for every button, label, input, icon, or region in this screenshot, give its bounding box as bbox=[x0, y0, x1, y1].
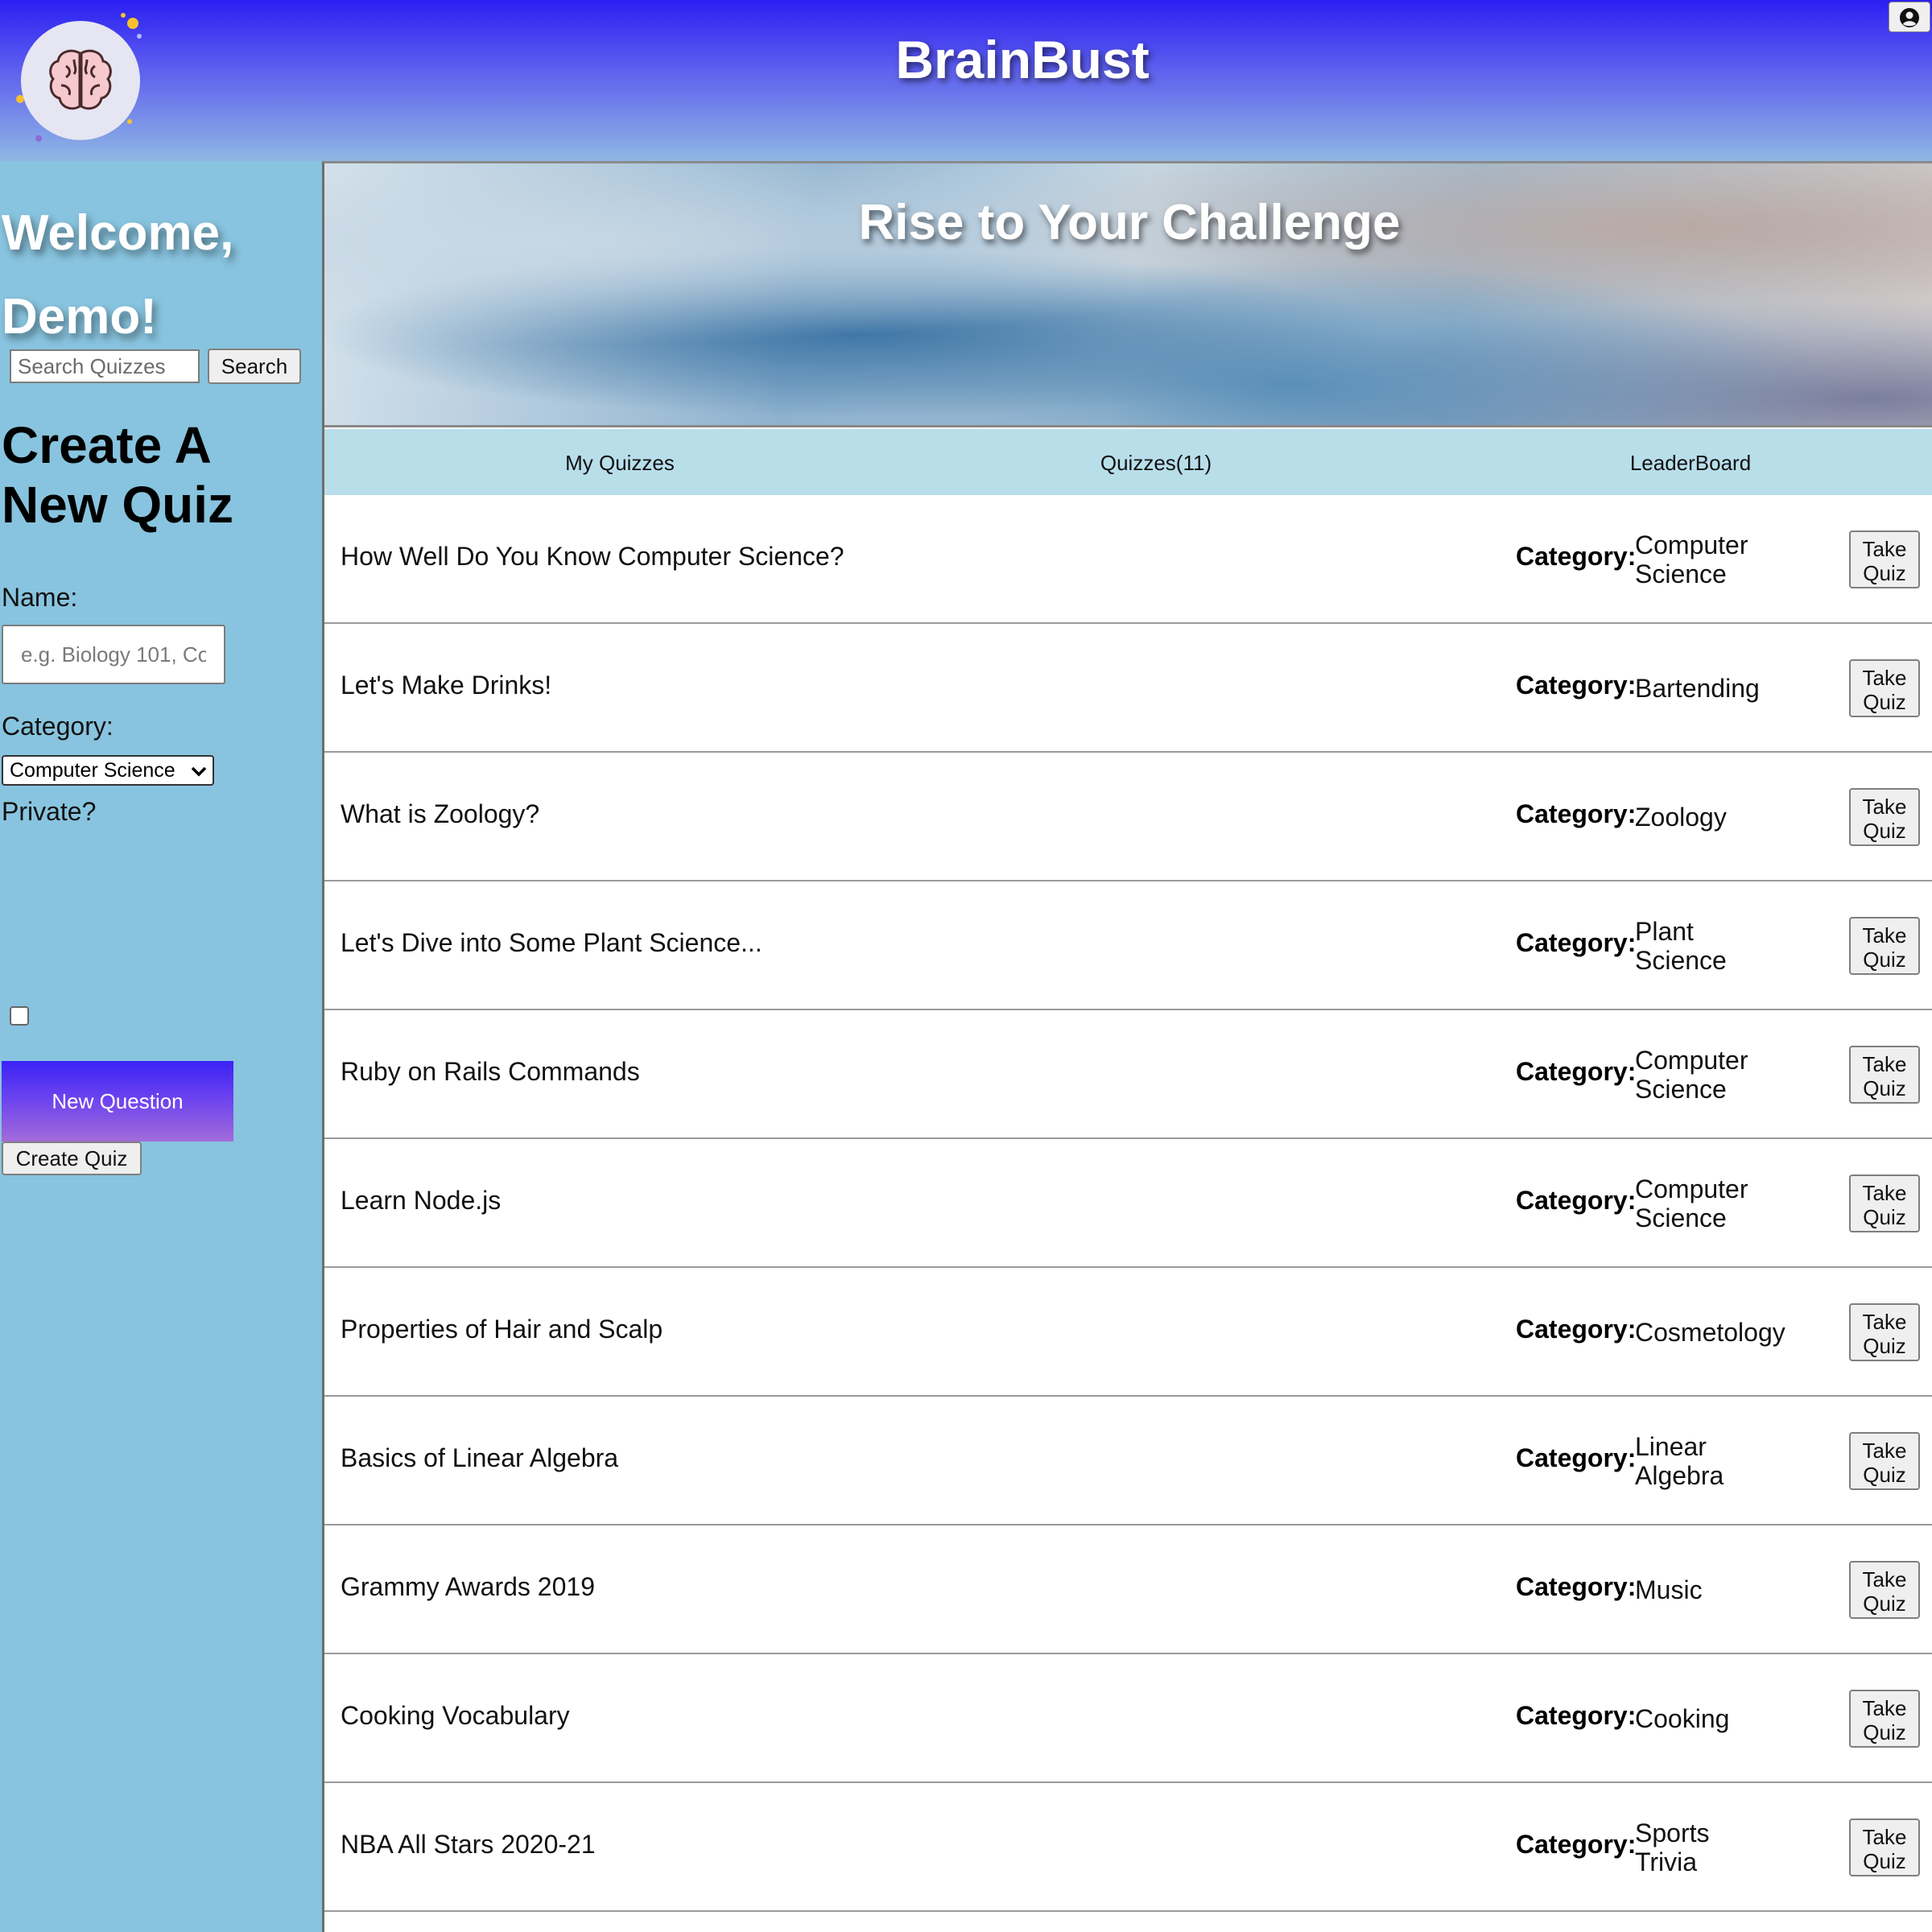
take-quiz-button[interactable]: Take Quiz bbox=[1849, 1174, 1920, 1232]
decor-dot bbox=[35, 135, 42, 142]
quiz-category: Linear Algebra bbox=[1635, 1432, 1724, 1490]
category-prefix: Category: bbox=[1516, 1057, 1637, 1086]
quiz-title: Learn Node.js bbox=[341, 1186, 502, 1215]
decor-dot bbox=[121, 13, 126, 18]
app-title: BrainBust bbox=[895, 30, 1150, 89]
quiz-category: Cosmetology bbox=[1635, 1318, 1785, 1347]
tab-bar: My Quizzes Quizzes(11) LeaderBoard bbox=[324, 429, 1932, 495]
category-select-value: Computer Science bbox=[10, 759, 175, 782]
quiz-category: Computer Science bbox=[1635, 1174, 1748, 1232]
search-input[interactable] bbox=[10, 349, 200, 383]
page: BrainBust Welcome, Demo! Search Create A… bbox=[0, 0, 1932, 1932]
quiz-row: Let's Dive into Some Plant Science... Ca… bbox=[324, 881, 1932, 1010]
category-prefix: Category: bbox=[1516, 1443, 1637, 1472]
quiz-category: Bartending bbox=[1635, 674, 1760, 703]
take-quiz-button[interactable]: Take Quiz bbox=[1849, 1046, 1920, 1104]
quiz-category: Music bbox=[1635, 1575, 1703, 1604]
private-checkbox[interactable] bbox=[10, 1006, 29, 1026]
quiz-title: Cooking Vocabulary bbox=[341, 1701, 570, 1730]
app-header: BrainBust bbox=[0, 0, 1932, 161]
quiz-row: Basics of Linear Algebra Category: Linea… bbox=[324, 1397, 1932, 1525]
quiz-row: Properties of Hair and Scalp Category: C… bbox=[324, 1268, 1932, 1397]
quiz-title: Basics of Linear Algebra bbox=[341, 1443, 619, 1472]
take-quiz-button[interactable]: Take Quiz bbox=[1849, 917, 1920, 975]
take-quiz-button[interactable]: Take Quiz bbox=[1849, 788, 1920, 846]
category-prefix: Category: bbox=[1516, 1701, 1637, 1730]
sidebar: Welcome, Demo! Search Create A New Quiz … bbox=[0, 161, 322, 1932]
chevron-down-icon bbox=[191, 766, 207, 777]
quiz-title: Properties of Hair and Scalp bbox=[341, 1315, 663, 1344]
decor-dot bbox=[127, 18, 138, 29]
quiz-list: How Well Do You Know Computer Science? C… bbox=[324, 495, 1932, 1912]
category-prefix: Category: bbox=[1516, 799, 1637, 828]
category-prefix: Category: bbox=[1516, 1572, 1637, 1601]
quiz-row: NBA All Stars 2020-21 Category: Sports T… bbox=[324, 1783, 1932, 1912]
quiz-row: How Well Do You Know Computer Science? C… bbox=[324, 495, 1932, 624]
decor-dot bbox=[127, 119, 132, 124]
take-quiz-button[interactable]: Take Quiz bbox=[1849, 1561, 1920, 1619]
private-label: Private? bbox=[2, 797, 97, 826]
quiz-category: Cooking bbox=[1635, 1704, 1730, 1733]
brain-icon bbox=[49, 49, 112, 110]
quiz-title: Let's Dive into Some Plant Science... bbox=[341, 928, 762, 957]
category-prefix: Category: bbox=[1516, 1830, 1637, 1859]
quiz-category: Sports Trivia bbox=[1635, 1818, 1710, 1876]
take-quiz-button[interactable]: Take Quiz bbox=[1849, 1690, 1920, 1748]
category-prefix: Category: bbox=[1516, 928, 1637, 957]
quiz-title: Grammy Awards 2019 bbox=[341, 1572, 595, 1601]
quiz-title: How Well Do You Know Computer Science? bbox=[341, 542, 844, 571]
quiz-title: What is Zoology? bbox=[341, 799, 540, 828]
search-button[interactable]: Search bbox=[208, 349, 301, 384]
category-prefix: Category: bbox=[1516, 1186, 1637, 1215]
quiz-row: What is Zoology? Category: Zoology Take … bbox=[324, 753, 1932, 881]
quiz-name-field[interactable] bbox=[2, 625, 225, 684]
take-quiz-button[interactable]: Take Quiz bbox=[1849, 1432, 1920, 1490]
tab-my-quizzes[interactable]: My Quizzes bbox=[485, 451, 754, 476]
quiz-row: Cooking Vocabulary Category: Cooking Tak… bbox=[324, 1654, 1932, 1783]
name-label: Name: bbox=[2, 583, 78, 612]
quiz-row: Ruby on Rails Commands Category: Compute… bbox=[324, 1010, 1932, 1139]
quiz-title: NBA All Stars 2020-21 bbox=[341, 1830, 596, 1859]
app-logo[interactable] bbox=[21, 21, 140, 140]
quiz-category: Computer Science bbox=[1635, 1046, 1748, 1104]
quiz-row: Let's Make Drinks! Category: Bartending … bbox=[324, 624, 1932, 753]
decor-dot bbox=[137, 34, 142, 39]
quiz-title: Let's Make Drinks! bbox=[341, 671, 552, 700]
decor-dot bbox=[16, 95, 24, 103]
take-quiz-button[interactable]: Take Quiz bbox=[1849, 659, 1920, 717]
hero-banner: Rise to Your Challenge bbox=[324, 163, 1932, 427]
tab-quizzes[interactable]: Quizzes(11) bbox=[1022, 451, 1290, 476]
take-quiz-button[interactable]: Take Quiz bbox=[1849, 1303, 1920, 1361]
take-quiz-button[interactable]: Take Quiz bbox=[1849, 530, 1920, 588]
new-question-button[interactable]: New Question bbox=[2, 1061, 233, 1141]
create-quiz-heading: Create A New Quiz bbox=[2, 416, 234, 534]
quiz-title: Ruby on Rails Commands bbox=[341, 1057, 640, 1086]
quiz-row: Learn Node.js Category: Computer Science… bbox=[324, 1139, 1932, 1268]
welcome-heading: Welcome, Demo! bbox=[2, 205, 234, 345]
category-prefix: Category: bbox=[1516, 1315, 1637, 1344]
main-content: Rise to Your Challenge My Quizzes Quizze… bbox=[322, 161, 1932, 1932]
category-label: Category: bbox=[2, 712, 114, 741]
tab-leaderboard[interactable]: LeaderBoard bbox=[1556, 451, 1825, 476]
quiz-category: Computer Science bbox=[1635, 530, 1748, 588]
category-prefix: Category: bbox=[1516, 542, 1637, 571]
banner-title: Rise to Your Challenge bbox=[858, 195, 1401, 250]
user-circle-icon bbox=[1900, 8, 1919, 27]
quiz-row: Grammy Awards 2019 Category: Music Take … bbox=[324, 1525, 1932, 1654]
take-quiz-button[interactable]: Take Quiz bbox=[1849, 1818, 1920, 1876]
category-prefix: Category: bbox=[1516, 671, 1637, 700]
quiz-category: Zoology bbox=[1635, 803, 1727, 832]
quiz-category: Plant Science bbox=[1635, 917, 1727, 975]
category-select[interactable]: Computer Science bbox=[2, 755, 214, 786]
account-button[interactable] bbox=[1889, 2, 1930, 32]
create-quiz-button[interactable]: Create Quiz bbox=[2, 1141, 142, 1175]
